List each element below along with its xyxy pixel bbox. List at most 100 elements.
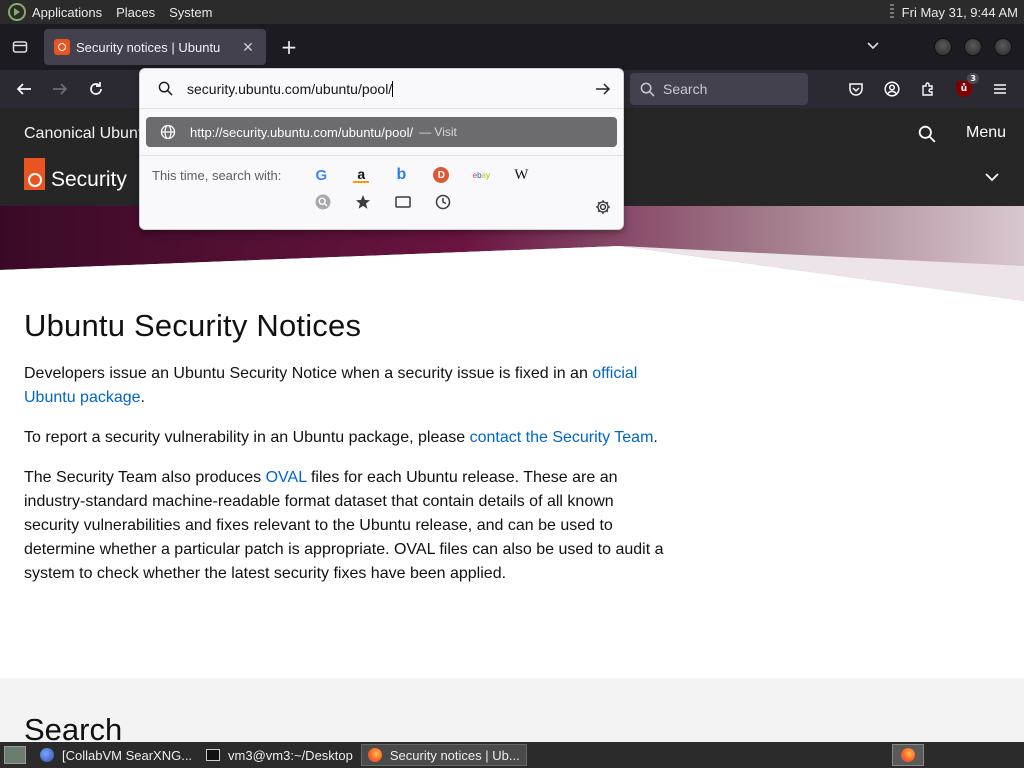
minimize-window-button[interactable] <box>934 38 952 56</box>
page-title: Ubuntu Security Notices <box>24 308 362 343</box>
tab-title: Security notices | Ubuntu <box>76 39 221 55</box>
firefox-icon <box>40 748 54 762</box>
bottom-taskbar: [CollabVM SearXNG... vm3@vm3:~/Desktop S… <box>0 742 1024 768</box>
forward-arrow-icon <box>53 83 68 95</box>
mate-logo-icon[interactable] <box>8 3 26 21</box>
new-tab-button[interactable]: + <box>272 35 306 59</box>
section-title[interactable]: Security <box>51 168 127 192</box>
forward-button[interactable] <box>42 70 78 108</box>
extensions-button[interactable] <box>910 70 946 108</box>
reload-icon <box>90 82 102 95</box>
text-caret <box>392 80 394 97</box>
ubuntu-logo-icon[interactable] <box>24 158 45 190</box>
applications-menu[interactable]: Applications <box>32 5 102 20</box>
amazon-engine-button[interactable]: a <box>341 166 381 183</box>
account-button[interactable] <box>874 70 910 108</box>
show-desktop-icon[interactable] <box>4 746 26 764</box>
url-input-value: security.ubuntu.com/ubuntu/pool/ <box>187 80 393 97</box>
account-icon <box>884 81 900 97</box>
search-bar[interactable]: Search <box>630 73 808 105</box>
oval-link[interactable]: OVAL <box>266 469 307 486</box>
search-heading: Search <box>24 712 123 742</box>
ublock-origin-button[interactable]: ů3 <box>946 70 982 108</box>
dropdown-divider <box>140 155 623 156</box>
intro-text: Developers issue an Ubuntu Security Noti… <box>24 365 593 382</box>
wikipedia-engine-button[interactable]: W <box>501 167 541 183</box>
canonical-ubuntu-link[interactable]: Canonical Ubuntu <box>24 125 151 143</box>
suggestion-url: http://security.ubuntu.com/ubuntu/pool/ <box>190 124 414 140</box>
taskbar-item-label: vm3@vm3:~/Desktop <box>228 747 353 763</box>
search-settings-gear-icon[interactable] <box>595 199 611 215</box>
history-source-button[interactable] <box>423 194 463 210</box>
maximize-window-button[interactable] <box>964 38 982 56</box>
duckduckgo-engine-button[interactable]: D <box>421 167 461 183</box>
search-with-label: This time, search with: <box>152 167 282 183</box>
suggestion-action: — Visit <box>419 125 457 139</box>
tray-firefox-launcher[interactable] <box>892 744 924 766</box>
taskbar-item-label: [CollabVM SearXNG... <box>62 747 193 763</box>
oval-text: The Security Team also produces <box>24 469 266 486</box>
search-bar-placeholder: Search <box>663 81 708 97</box>
oval-paragraph: The Security Team also produces OVAL fil… <box>24 466 664 586</box>
intro-paragraph: Developers issue an Ubuntu Security Noti… <box>24 362 664 410</box>
chevron-down-icon[interactable] <box>984 172 1000 182</box>
search-section: Search <box>0 678 1024 742</box>
magnifier-disc-icon <box>315 194 331 210</box>
amazon-icon: a <box>353 166 370 183</box>
google-icon: G <box>315 166 328 184</box>
close-window-button[interactable] <box>994 38 1012 56</box>
ublock-badge-count: 3 <box>967 73 979 84</box>
ebay-icon: ebay <box>472 170 490 180</box>
places-menu[interactable]: Places <box>116 5 155 20</box>
search-icon <box>158 81 173 96</box>
url-input-row[interactable]: security.ubuntu.com/ubuntu/pool/ <box>140 69 623 109</box>
globe-icon <box>160 124 176 140</box>
search-history-source-button[interactable] <box>303 194 343 210</box>
url-suggestion-row[interactable]: http://security.ubuntu.com/ubuntu/pool/ … <box>146 117 617 147</box>
search-icon[interactable] <box>918 125 936 143</box>
system-menu[interactable]: System <box>169 5 212 20</box>
menu-button[interactable]: Menu <box>966 124 1006 142</box>
firefox-icon <box>901 748 915 762</box>
bing-engine-button[interactable]: b <box>381 166 421 183</box>
bookmarks-source-button[interactable] <box>343 194 383 210</box>
one-off-search-engines: This time, search with: G a b D ebay W <box>140 160 623 190</box>
search-icon <box>640 82 655 97</box>
url-bar-dropdown: security.ubuntu.com/ubuntu/pool/ http://… <box>139 68 624 230</box>
taskbar-item-security-notices[interactable]: Security notices | Ub... <box>360 744 527 766</box>
firefox-view-icon <box>12 41 28 53</box>
wikipedia-icon: W <box>514 166 529 183</box>
google-engine-button[interactable]: G <box>301 166 341 184</box>
report-text: To report a security vulnerability in an… <box>24 429 470 446</box>
pocket-button[interactable] <box>838 70 874 108</box>
tab-close-icon[interactable]: ✕ <box>238 39 258 56</box>
url-input[interactable]: security.ubuntu.com/ubuntu/pool/ <box>187 80 595 97</box>
tab-bar: Security notices | Ubuntu ✕ + <box>0 24 1024 70</box>
app-menu-button[interactable] <box>982 70 1018 108</box>
ebay-engine-button[interactable]: ebay <box>461 167 501 183</box>
pocket-icon <box>849 83 863 96</box>
firefox-view-button[interactable] <box>0 24 40 70</box>
ubuntu-favicon-icon <box>54 39 70 55</box>
taskbar-item-collabvm[interactable]: [CollabVM SearXNG... <box>34 744 198 766</box>
taskbar-item-label: Security notices | Ub... <box>389 747 520 763</box>
tab-security-notices[interactable]: Security notices | Ubuntu ✕ <box>44 29 266 65</box>
back-arrow-icon <box>16 83 31 95</box>
hamburger-menu-icon <box>994 84 1006 94</box>
report-end: . <box>653 429 658 446</box>
tab-icon <box>395 196 411 208</box>
tabs-source-button[interactable] <box>383 194 423 210</box>
panel-grip-icon <box>889 4 894 20</box>
search-source-buttons <box>140 190 623 214</box>
clock[interactable]: Fri May 31, 9:44 AM <box>902 5 1018 20</box>
list-all-tabs-chevron-icon[interactable] <box>866 39 880 55</box>
report-paragraph: To report a security vulnerability in an… <box>24 426 664 450</box>
taskbar-item-terminal[interactable]: vm3@vm3:~/Desktop <box>200 744 359 766</box>
go-arrow-icon[interactable] <box>595 81 611 97</box>
toolbar-right-buttons: ů3 <box>838 70 1018 108</box>
reload-button[interactable] <box>78 70 114 108</box>
back-button[interactable] <box>6 70 42 108</box>
terminal-icon <box>206 749 221 761</box>
main-content: Ubuntu Security Notices Developers issue… <box>24 308 664 602</box>
contact-security-team-link[interactable]: contact the Security Team <box>470 429 654 446</box>
